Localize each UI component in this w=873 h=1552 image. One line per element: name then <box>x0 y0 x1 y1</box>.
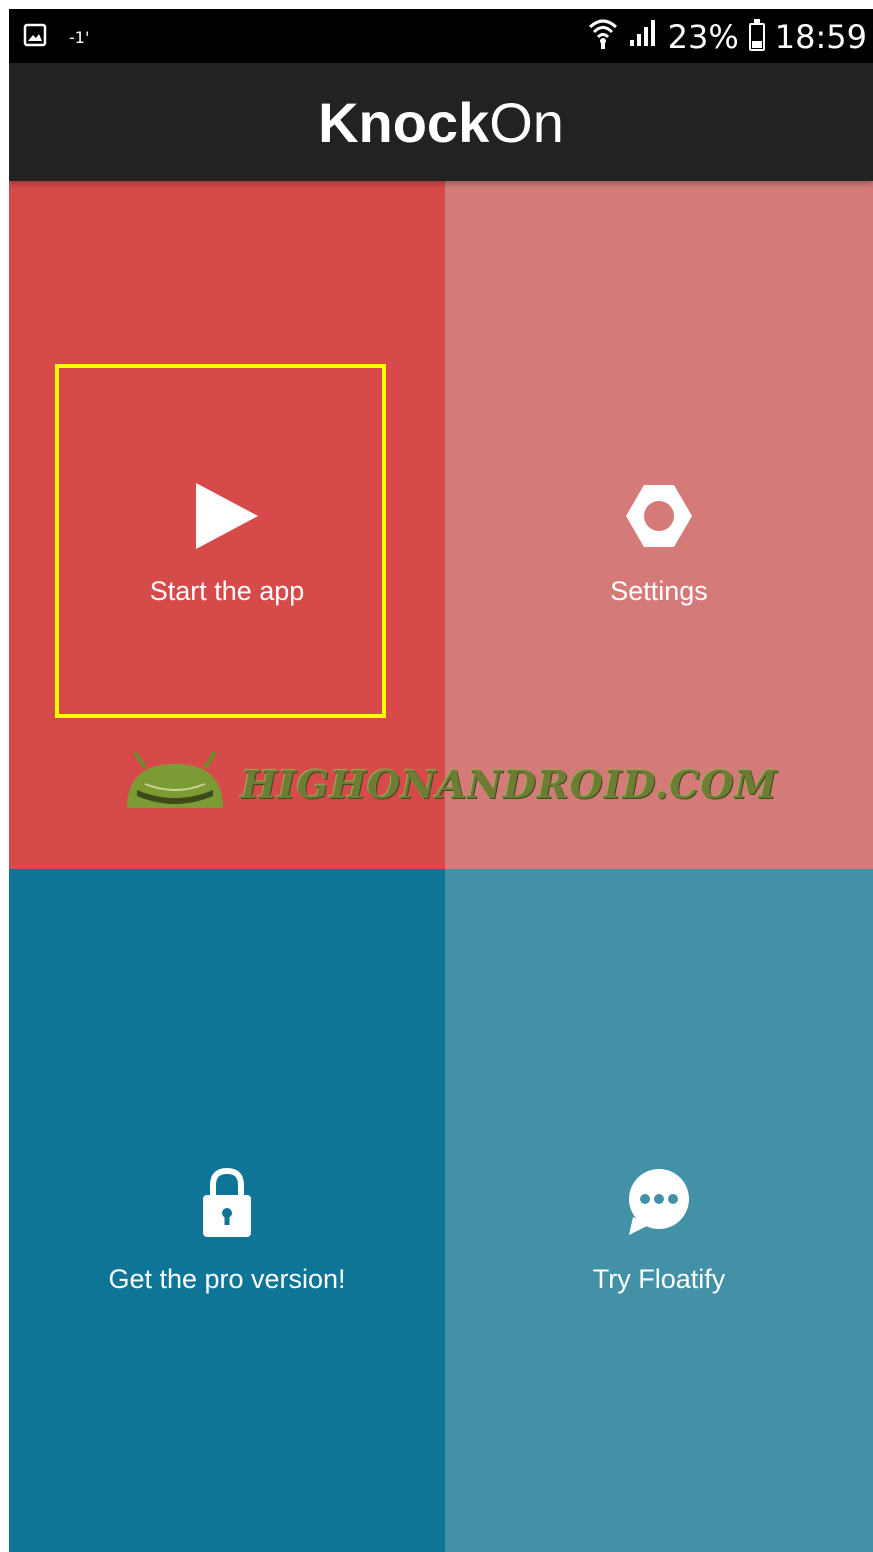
settings-tile[interactable]: Settings <box>445 181 873 869</box>
start-app-label: Start the app <box>149 576 305 606</box>
start-app-tile[interactable]: Start the app <box>9 181 445 869</box>
floatify-content: Try Floatify <box>445 1167 873 1295</box>
status-right: 23% 18:59 <box>588 17 867 57</box>
play-icon <box>192 481 262 556</box>
floatify-label: Try Floatify <box>592 1264 726 1294</box>
clock: 18:59 <box>774 18 867 56</box>
lock-icon <box>199 1167 255 1244</box>
pro-version-label: Get the pro version! <box>108 1264 346 1294</box>
gallery-icon <box>23 23 47 52</box>
settings-content: Settings <box>445 481 873 607</box>
floatify-tile[interactable]: Try Floatify <box>445 869 873 1552</box>
battery-percent: 23% <box>667 18 739 56</box>
gear-icon <box>622 481 696 556</box>
status-bar: -1' 23% 18:59 <box>9 9 873 63</box>
battery-icon <box>748 19 765 51</box>
status-left: -1' <box>23 23 89 52</box>
settings-label: Settings <box>610 576 708 606</box>
start-app-content: Start the app <box>9 481 445 607</box>
app-title-bold: Knock <box>318 90 490 154</box>
chat-bubble-icon <box>623 1167 695 1244</box>
app-title-light: On <box>489 90 564 154</box>
phone-screen: -1' 23% 18:59 Knock On Start the app Set… <box>9 9 873 1552</box>
signal-icon <box>628 18 658 56</box>
pro-version-tile[interactable]: Get the pro version! <box>9 869 445 1552</box>
pro-version-content: Get the pro version! <box>9 1167 445 1295</box>
wifi-icon <box>588 17 618 57</box>
status-indicator: -1' <box>69 28 90 47</box>
app-title-bar: Knock On <box>9 63 873 181</box>
